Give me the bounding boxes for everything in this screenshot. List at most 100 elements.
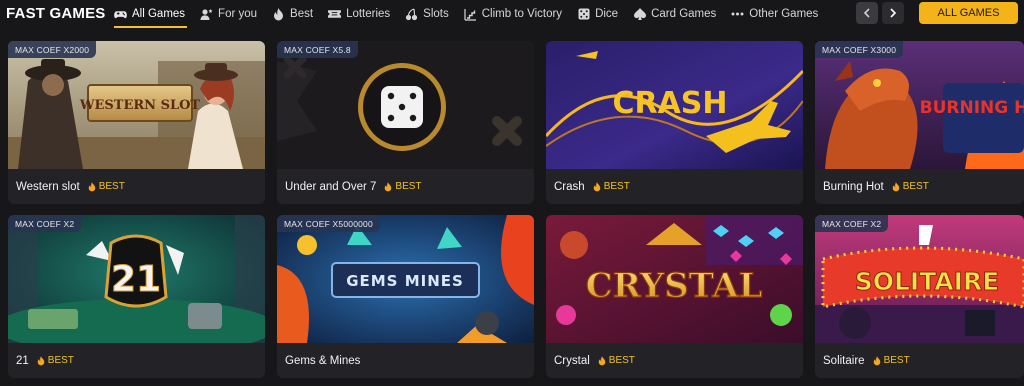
thumbnail-art-text: 21: [111, 259, 161, 300]
game-card-crash[interactable]: CRASH Crash BEST: [546, 41, 803, 204]
card-footer: Solitaire BEST: [815, 343, 1024, 378]
max-coef-badge: MAX COEF X3000: [815, 41, 904, 58]
tab-dice[interactable]: Dice: [577, 3, 618, 25]
card-footer: 21 BEST: [8, 343, 265, 378]
best-tag: BEST: [598, 355, 635, 366]
max-coef-badge: MAX COEF X2: [815, 215, 889, 232]
tab-other-games[interactable]: Other Games: [731, 3, 818, 25]
game-name: Gems & Mines: [285, 354, 361, 367]
best-tag: BEST: [37, 355, 74, 366]
tab-label: Card Games: [651, 8, 717, 20]
best-label: BEST: [47, 355, 74, 366]
game-thumbnail: 21 MAX COEF X2: [8, 215, 265, 343]
max-coef-badge: MAX COEF X5000000: [277, 215, 380, 232]
game-card-crystal[interactable]: CRYSTAL Crystal BEST: [546, 215, 803, 378]
tab-label: For you: [218, 8, 258, 20]
tab-for-you[interactable]: For you: [200, 3, 257, 25]
game-name: 21: [16, 354, 29, 367]
fire-icon: [272, 7, 285, 21]
game-thumbnail: CRASH: [546, 41, 803, 169]
user-star-icon: [200, 8, 213, 21]
max-coef-badge: MAX COEF X2000: [8, 41, 97, 58]
stairs-chart-icon: [464, 8, 477, 21]
fire-icon: [88, 181, 96, 192]
thumbnail-art-text: WESTERN SLOT: [79, 98, 201, 113]
fire-icon: [37, 355, 45, 366]
best-label: BEST: [603, 181, 630, 192]
game-card-western-slot[interactable]: WESTERN SLOT MAX COEF X2000 Western slot…: [8, 41, 265, 204]
all-games-button[interactable]: ALL GAMES: [919, 2, 1018, 24]
game-thumbnail: GEMS MINES MAX COEF X5000000: [277, 215, 534, 343]
best-tag: BEST: [88, 181, 125, 192]
max-coef-badge: MAX COEF X5.8: [277, 41, 358, 58]
tab-best[interactable]: Best: [272, 3, 313, 25]
tab-label: Dice: [595, 8, 619, 20]
tab-label: Lotteries: [346, 8, 391, 20]
fire-icon: [892, 181, 900, 192]
best-tag: BEST: [892, 181, 929, 192]
best-tag: BEST: [384, 181, 422, 192]
tab-label: Climb to Victory: [481, 8, 563, 20]
card-footer: Crystal BEST: [546, 343, 803, 378]
tab-climb-to-victory[interactable]: Climb to Victory: [464, 3, 562, 25]
game-name: Burning Hot: [823, 180, 884, 193]
fire-icon: [384, 181, 392, 192]
game-thumbnail: MAX COEF X5.8: [277, 41, 534, 169]
ticket-icon: [328, 8, 342, 21]
tab-all-games[interactable]: All Games: [114, 3, 188, 28]
fire-icon: [593, 181, 601, 192]
best-label: BEST: [608, 355, 635, 366]
best-label: BEST: [395, 181, 422, 192]
game-name: Western slot: [16, 180, 80, 193]
dice-icon: [577, 8, 590, 21]
more-dots-icon: [731, 8, 744, 21]
thumbnail-art-text: CRYSTAL: [586, 266, 763, 306]
best-label: BEST: [98, 181, 125, 192]
thumbnail-art-text: GEMS MINES: [346, 272, 464, 290]
game-name: Solitaire: [823, 354, 865, 367]
game-card-solitaire[interactable]: SOLITAIRE MAX COEF X2 Solitaire BEST: [815, 215, 1024, 378]
section-title: FAST GAMES: [6, 5, 106, 22]
chevron-left-icon: [863, 8, 871, 18]
card-footer: Burning Hot BEST: [815, 169, 1024, 204]
spade-icon: [633, 7, 646, 21]
game-name: Under and Over 7: [285, 180, 377, 193]
game-card-under-and-over-7[interactable]: MAX COEF X5.8 Under and Over 7 BEST: [277, 41, 534, 204]
best-tag: BEST: [873, 355, 910, 366]
game-card-21[interactable]: 21 MAX COEF X2 21 BEST: [8, 215, 265, 378]
tab-lotteries[interactable]: Lotteries: [328, 3, 390, 25]
thumbnail-art-text: SOLITAIRE: [855, 267, 1000, 296]
scroll-right-button[interactable]: [882, 2, 904, 24]
thumbnail-art-text: BURNING HOT: [920, 98, 1024, 118]
cherries-icon: [405, 7, 418, 21]
game-name: Crash: [554, 180, 585, 193]
max-coef-badge: MAX COEF X2: [8, 215, 82, 232]
game-thumbnail: SOLITAIRE MAX COEF X2: [815, 215, 1024, 343]
tab-card-games[interactable]: Card Games: [633, 3, 716, 25]
game-thumbnail: CRYSTAL: [546, 215, 803, 343]
tab-label: Slots: [423, 8, 449, 20]
game-thumbnail: WESTERN SLOT MAX COEF X2000: [8, 41, 265, 169]
game-card-gems-and-mines[interactable]: GEMS MINES MAX COEF X5000000 Gems & Mine…: [277, 215, 534, 378]
chevron-right-icon: [889, 8, 897, 18]
category-tabs: All Games For you Best Lotteries Slots C…: [114, 3, 833, 28]
game-thumbnail: BURNING HOT MAX COEF X3000: [815, 41, 1024, 169]
tab-slots[interactable]: Slots: [405, 3, 449, 25]
top-bar: FAST GAMES All Games For you Best Lotter…: [0, 0, 1024, 34]
best-tag: BEST: [593, 181, 630, 192]
card-footer: Western slot BEST: [8, 169, 265, 204]
game-name: Crystal: [554, 354, 590, 367]
game-card-burning-hot[interactable]: BURNING HOT MAX COEF X3000 Burning Hot B…: [815, 41, 1024, 204]
thumbnail-art-text: CRASH: [612, 86, 727, 121]
gamepad-icon: [114, 8, 127, 21]
tab-label: Other Games: [749, 8, 819, 20]
tab-label: All Games: [132, 8, 186, 20]
fire-icon: [598, 355, 606, 366]
card-footer: Crash BEST: [546, 169, 803, 204]
tab-label: Best: [290, 8, 314, 20]
best-label: BEST: [883, 355, 910, 366]
best-label: BEST: [902, 181, 929, 192]
fire-icon: [873, 355, 881, 366]
scroll-left-button[interactable]: [856, 2, 878, 24]
card-footer: Gems & Mines: [277, 343, 534, 378]
